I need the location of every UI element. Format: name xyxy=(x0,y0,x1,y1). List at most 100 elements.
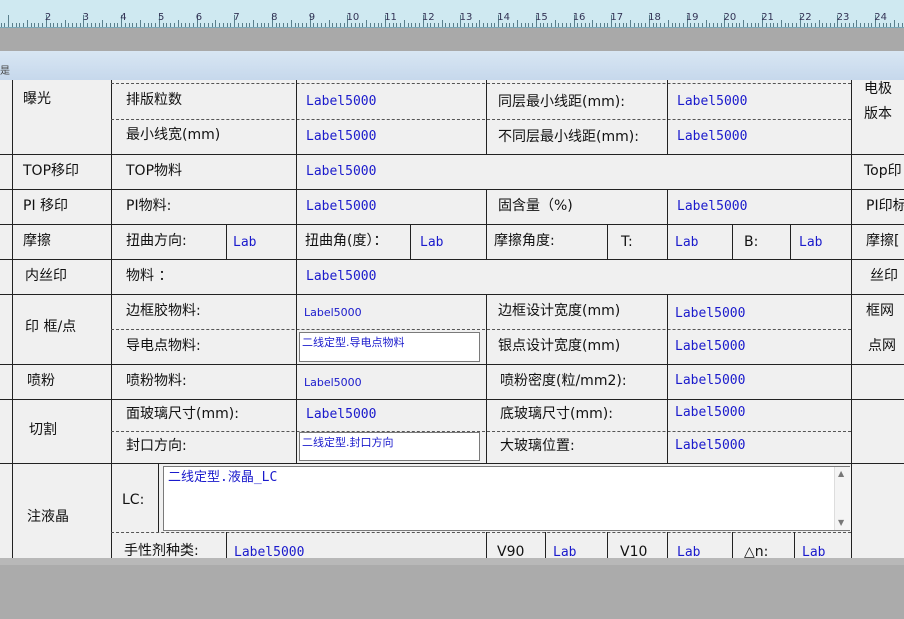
ruler-tick xyxy=(856,20,858,27)
ruler-tick xyxy=(132,23,134,27)
ruler-tick xyxy=(475,23,477,27)
ruler-tick xyxy=(671,23,673,27)
right-label-dot-net: 点网 xyxy=(868,338,896,354)
value-face-glass: Label5000 xyxy=(306,407,377,422)
ruler-tick xyxy=(426,23,428,27)
label-twist-direction: 扭曲方向: xyxy=(126,233,187,249)
ruler-tick xyxy=(147,23,149,27)
ruler-tick xyxy=(743,20,745,27)
ruler-tick xyxy=(584,23,586,27)
ruler-number: 16 xyxy=(572,12,586,23)
ruler-tick xyxy=(449,23,451,27)
toolbar-gap xyxy=(0,28,904,51)
ruler-tick xyxy=(505,23,507,27)
ruler-tick xyxy=(577,23,579,27)
ruler-tick xyxy=(713,23,714,27)
section-inner-screen: 内丝印 xyxy=(25,268,67,284)
value-t: Lab xyxy=(675,235,699,250)
ruler-tick xyxy=(897,23,899,27)
ruler-tick xyxy=(878,23,880,27)
label-solid-content: 固含量（%) xyxy=(498,198,573,214)
label-rub-angle: 摩擦角度: xyxy=(494,233,555,249)
ruler-tick xyxy=(192,23,194,27)
label-diff-layer-min: 不同层最小线距(mm): xyxy=(498,129,639,145)
ruler-tick xyxy=(75,23,77,27)
lc-textarea[interactable]: 二线定型.液晶_LC ▲ ▼ xyxy=(163,466,851,531)
ruler-tick xyxy=(415,23,417,27)
ruler-tick xyxy=(11,23,13,27)
ruler-number: 20 xyxy=(723,12,737,23)
ruler-number: 9 xyxy=(308,12,316,23)
ruler-tick xyxy=(117,23,119,27)
ruler-tick xyxy=(264,23,266,27)
seal-direction-field[interactable]: 二线定型.封口方向 xyxy=(299,432,480,461)
ruler-tick xyxy=(637,23,639,27)
ruler-tick xyxy=(34,23,36,27)
ruler-tick xyxy=(140,20,141,27)
ruler-tick xyxy=(607,23,609,27)
scroll-down-icon[interactable]: ▼ xyxy=(838,518,844,527)
ruler-tick xyxy=(136,23,138,27)
value-frame-glue: Label5000 xyxy=(304,306,362,319)
right-label-frame-net: 框网 xyxy=(866,303,894,319)
ruler-tick xyxy=(151,23,153,27)
ruler-tick xyxy=(87,23,89,27)
ruler-tick xyxy=(189,23,190,27)
lc-scrollbar[interactable]: ▲ ▼ xyxy=(834,467,851,530)
ruler-tick xyxy=(90,23,92,27)
right-label-pi-print: PI印标 xyxy=(866,198,904,214)
ruler-tick xyxy=(690,23,692,27)
value-solid-content: Label5000 xyxy=(677,199,748,214)
ruler-number: 14 xyxy=(497,12,511,23)
ruler-tick xyxy=(784,23,786,27)
label-layout-count: 排版粒数 xyxy=(126,92,182,108)
ruler-tick xyxy=(735,23,737,27)
ruler-tick xyxy=(664,23,665,27)
ruler-number: 3 xyxy=(82,12,89,23)
ruler-tick xyxy=(630,20,632,27)
label-silver-width: 银点设计宽度(mm) xyxy=(498,338,621,354)
ruler-tick xyxy=(765,23,767,27)
ruler-tick xyxy=(886,23,888,27)
value-delta-n: Lab xyxy=(802,545,826,558)
ruler-tick xyxy=(238,23,239,27)
label-same-layer-min: 同层最小线距(mm): xyxy=(498,94,625,110)
ruler-tick xyxy=(313,23,315,27)
ruler-tick xyxy=(513,23,515,27)
ruler-tick xyxy=(697,23,699,27)
section-band xyxy=(0,51,904,81)
ruler-tick xyxy=(675,23,677,27)
scroll-up-icon[interactable]: ▲ xyxy=(838,469,844,478)
ruler-tick xyxy=(490,23,492,27)
value-top-material: Label5000 xyxy=(306,164,377,179)
label-material: 物料 ： xyxy=(126,268,173,284)
ruler-tick xyxy=(177,20,179,27)
ruler-tick xyxy=(622,23,624,27)
ruler-tick xyxy=(811,23,812,27)
ruler-tick xyxy=(8,15,9,27)
label-seal-direction: 封口方向: xyxy=(126,438,187,454)
value-twist-angle: Lab xyxy=(420,235,444,250)
ruler-number: 23 xyxy=(836,12,850,23)
ruler-tick xyxy=(268,23,270,27)
ruler-tick xyxy=(403,20,405,27)
conductive-material-field[interactable]: 二线定型.导电点物料 xyxy=(299,332,480,362)
ruler-tick xyxy=(520,23,522,27)
ruler-number: 15 xyxy=(535,12,548,23)
ruler-tick xyxy=(241,23,243,27)
ruler-tick xyxy=(60,23,62,27)
ruler-tick xyxy=(550,23,552,27)
value-chiral: Label5000 xyxy=(234,545,305,558)
ruler-tick xyxy=(98,23,100,27)
ruler-tick xyxy=(803,23,805,27)
ruler-tick xyxy=(860,23,861,27)
ruler-tick xyxy=(682,23,684,27)
ruler-tick xyxy=(57,23,58,27)
label-pi-material: PI物料: xyxy=(126,198,172,214)
ruler-tick xyxy=(524,23,526,27)
label-frame-glue: 边框胶物料: xyxy=(126,303,201,319)
ruler-tick xyxy=(501,23,503,27)
ruler-tick xyxy=(53,23,55,27)
ruler-tick xyxy=(245,23,247,27)
ruler-tick xyxy=(558,23,560,27)
